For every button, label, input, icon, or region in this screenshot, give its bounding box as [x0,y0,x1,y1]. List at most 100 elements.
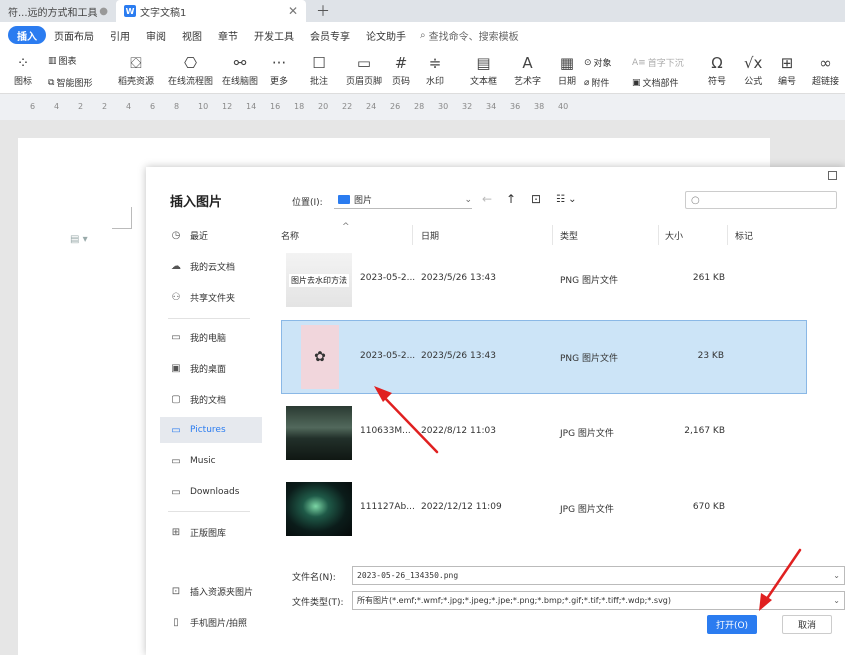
sidebar-item-recent[interactable]: ◷ 最近 [160,222,262,248]
file-name: 2023-05-2... [360,351,416,361]
tab-document-previous[interactable]: 符...远的方式和工具 ● [0,0,116,22]
sidebar-divider [168,318,250,319]
back-arrow-icon[interactable]: ← [482,192,492,206]
watermark-button[interactable]: ≑ 水印 [426,52,444,87]
column-header-date[interactable]: 日期 [421,229,439,242]
menu-section[interactable]: 章节 [210,26,246,44]
sort-ascending-icon: ^ [342,222,350,232]
open-button[interactable]: 打开(O) [707,615,757,634]
new-tab-icon[interactable]: ＋ [316,1,330,21]
drop-cap-button[interactable]: A≡ 首字下沉 [632,56,684,70]
attachment-button[interactable]: ⌀ 附件 [584,76,609,90]
sidebar-item-my-documents[interactable]: ▢ 我的文档 [160,386,262,412]
column-header-size[interactable]: 大小 [665,229,683,242]
menu-review[interactable]: 审阅 [138,26,174,44]
file-size: 261 KB [692,273,725,283]
menu-view[interactable]: 视图 [174,26,210,44]
command-search[interactable]: ⌕ 查找命令、搜索模板 [420,28,519,43]
mindmap-button[interactable]: ⚯ 在线脑图 [222,52,258,87]
file-row-selected[interactable]: ✿ 2023-05-2... 2023/5/26 13:43 PNG 图片文件 … [281,320,807,394]
wordart-button[interactable]: A 艺术字 [514,52,541,87]
header-footer-button[interactable]: ▭ 页眉页脚 [346,52,382,87]
sidebar-item-cloud-docs[interactable]: ☁ 我的云文档 [160,253,262,279]
cloud-icon: ☁ [171,260,181,272]
maximize-icon[interactable] [828,171,837,180]
ruler-tick-label: 18 [294,102,305,111]
file-row[interactable]: 110633M... 2022/8/12 11:03 JPG 图片文件 2,16… [281,396,807,470]
sidebar-item-pictures[interactable]: ▭ Pictures [160,417,262,443]
location-select[interactable]: 图片 ⌄ [334,191,472,209]
more-label: 更多 [270,77,289,87]
sidebar-item-music[interactable]: ▭ Music [160,448,262,474]
tab-label: 符...远的方式和工具 [8,7,98,19]
smart-art-button[interactable]: ⧉ 智能图形 [48,76,92,90]
ruler-tick-label: 32 [462,102,473,111]
file-search-input[interactable]: ○ [685,191,837,209]
chevron-down-icon[interactable]: ⌄ [833,571,844,580]
sidebar-item-phone-photos[interactable]: ▯ 手机图片/拍照 [160,609,262,635]
symbol-button[interactable]: Ω 符号 [708,52,726,87]
up-arrow-icon[interactable]: ↑ [506,192,516,206]
character-figure-icon: ✿ [314,349,326,365]
paragraph-layout-icon[interactable]: ▤ ▾ [70,234,88,245]
hyperlink-button[interactable]: ∞ 超链接 [812,52,839,87]
share-icon: ⚇ [171,291,181,303]
menu-insert[interactable]: 插入 [8,26,46,44]
cancel-button[interactable]: 取消 [782,615,832,634]
menu-developer[interactable]: 开发工具 [246,26,302,44]
image-thumbnail: 图片去水印方法 [286,253,352,307]
sidebar-item-gallery[interactable]: ⊞ 正版图库 [160,519,262,545]
sidebar-item-downloads[interactable]: ▭ Downloads [160,479,262,505]
close-tab-icon[interactable]: ✕ [288,4,298,18]
file-type: JPG 图片文件 [560,429,614,439]
folder-icon: ▭ [171,424,181,436]
chevron-down-icon[interactable]: ⌄ [833,596,844,605]
menu-member[interactable]: 会员专享 [302,26,358,44]
file-row[interactable]: 111127Ab... 2022/12/12 11:09 JPG 图片文件 67… [281,472,807,546]
file-row[interactable]: 图片去水印方法 2023-05-2... 2023/5/26 13:43 PNG… [281,243,807,317]
flowchart-label: 在线流程图 [168,77,214,87]
object-button[interactable]: ⊙ 对象 [584,56,612,70]
tab-bar: 符...远的方式和工具 ● W 文字文稿1 ✕ ＋ [0,0,845,22]
file-date: 2023/5/26 13:43 [421,273,496,283]
comment-label: 批注 [310,77,329,87]
more-button[interactable]: ··· 更多 [270,52,288,87]
textbox-label: 文本框 [470,77,498,87]
ruler-tick-label: 4 [126,102,132,111]
flowchart-button[interactable]: ⎔ 在线流程图 [168,52,213,87]
icon-button[interactable]: ⁘ 图标 [14,52,32,87]
sidebar-item-resource-folder[interactable]: ⊡ 插入资源夹图片 [160,578,262,604]
column-header-type[interactable]: 类型 [560,229,578,242]
watermark-icon: ≑ [428,54,442,72]
desktop-icon: ▣ [171,362,181,374]
view-mode-icon[interactable]: ☷ ⌄ [556,194,577,205]
chart-button[interactable]: ▥ 图表 [48,54,77,68]
image-thumbnail: ✿ [301,325,339,389]
draft-resource-button[interactable]: ⛋ 稻壳资源 [118,52,154,87]
filename-input[interactable]: 2023-05-26_134350.png ⌄ [352,566,845,585]
tab-document-current[interactable]: W 文字文稿1 ✕ [116,0,306,22]
comment-button[interactable]: ☐ 批注 [310,52,328,87]
page-number-button[interactable]: # 页码 [392,52,410,87]
menu-page-layout[interactable]: 页面布局 [46,26,102,44]
file-size: 670 KB [692,502,725,512]
horizontal-ruler[interactable]: 6 4 2 2 4 6 8 10 12 14 16 18 20 22 24 26 28 30 32 34 36 38 40 [0,94,845,120]
menu-references[interactable]: 引用 [102,26,138,44]
doc-part-button[interactable]: ▣ 文档部件 [632,76,679,90]
sidebar-item-label: 插入资源夹图片 [190,587,254,598]
ruler-tick-label: 34 [486,102,497,111]
filetype-select[interactable]: 所有图片(*.emf;*.wmf;*.jpg;*.jpeg;*.jpe;*.pn… [352,591,845,610]
sidebar-item-desktop[interactable]: ▣ 我的桌面 [160,355,262,381]
sidebar-item-my-computer[interactable]: ▭ 我的电脑 [160,324,262,350]
chart-icon: ▥ [48,55,57,66]
column-header-name[interactable]: 名称 [281,229,299,242]
new-folder-icon[interactable]: ⊡ [531,192,541,206]
textbox-button[interactable]: ▤ 文本框 [470,52,497,87]
formula-button[interactable]: √x 公式 [744,52,762,87]
date-button[interactable]: ▦ 日期 [558,52,576,87]
menu-thesis[interactable]: 论文助手 [358,26,414,44]
numbering-button[interactable]: ⊞ 编号 [778,52,796,87]
sidebar-item-shared-folder[interactable]: ⚇ 共享文件夹 [160,284,262,310]
column-header-tag[interactable]: 标记 [735,229,753,242]
clock-icon: ◷ [171,229,181,241]
